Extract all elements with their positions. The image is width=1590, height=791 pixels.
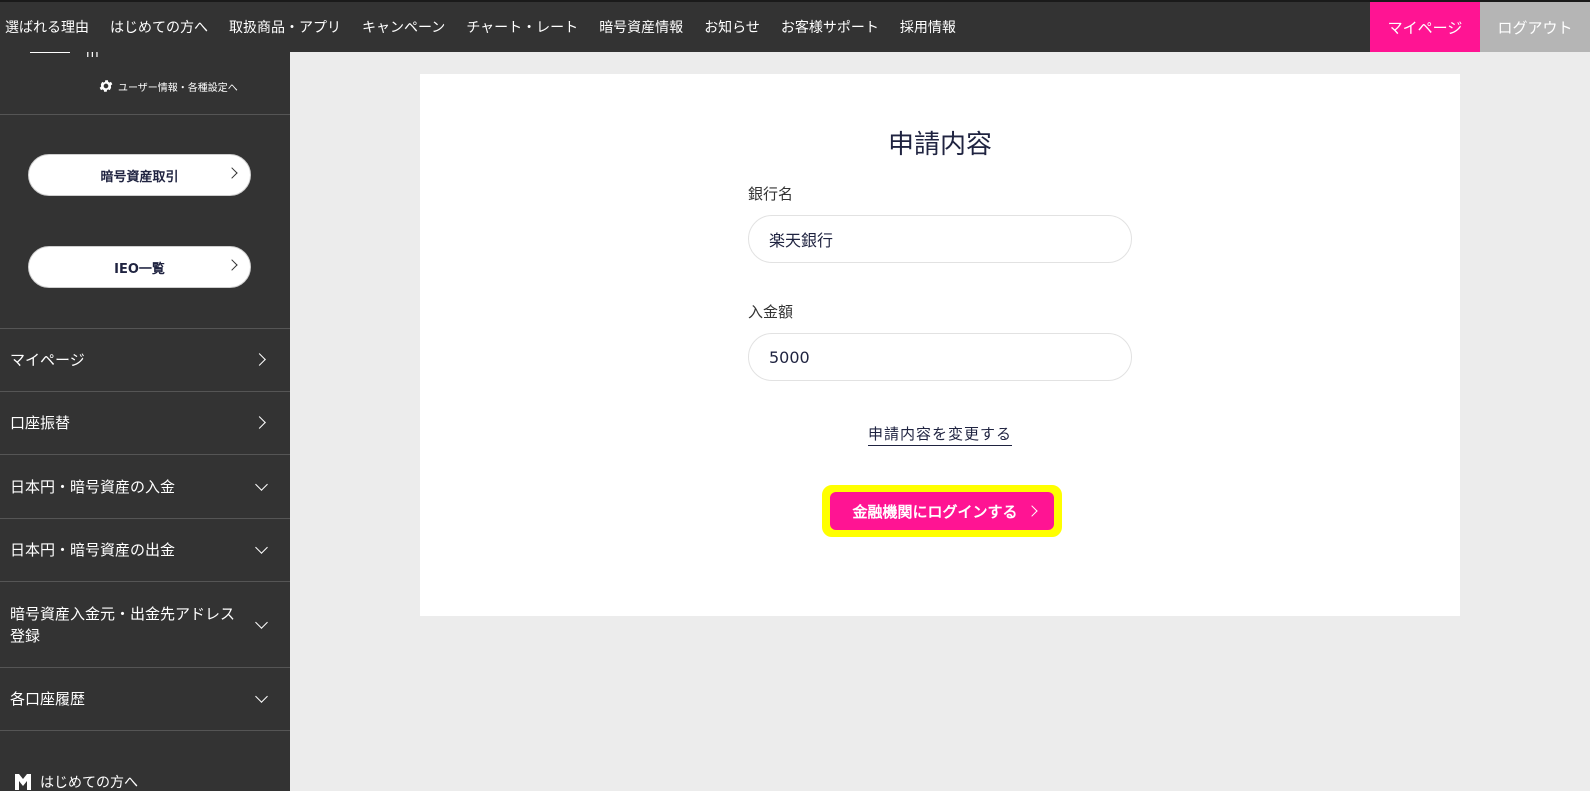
chevron-right-icon <box>1026 505 1038 517</box>
user-settings-label: ユーザー情報・各種設定へ <box>118 82 238 94</box>
change-application-link-row: 申請内容を変更する <box>420 423 1460 446</box>
chevron-down-icon <box>255 615 268 629</box>
nav-link-products[interactable]: 取扱商品・アプリ <box>229 17 341 37</box>
user-settings-link[interactable]: ユーザー情報・各種設定へ <box>98 78 238 94</box>
sidebar-beginners-label: はじめての方へ <box>40 775 138 791</box>
bank-name-label: 銀行名 <box>748 185 794 203</box>
ieo-list-label: IEO一覧 <box>114 261 165 277</box>
sidebar-beginners-link[interactable]: はじめての方へ <box>14 772 138 791</box>
bank-name-field: 楽天銀行 <box>748 215 1132 263</box>
sidebar-item-history[interactable]: 各口座履歴 <box>0 668 290 731</box>
sidebar-item-label: 暗号資産入金元・出金先アドレス登録 <box>10 604 236 645</box>
chevron-right-icon <box>253 416 266 429</box>
chevron-down-icon <box>255 690 268 703</box>
sidebar-item-mypage[interactable]: マイページ <box>0 329 290 392</box>
crypto-trade-label: 暗号資産取引 <box>100 169 179 185</box>
gear-icon <box>99 80 113 92</box>
change-application-link[interactable]: 申請内容を変更する <box>867 425 1012 446</box>
amount-label: 入金額 <box>748 303 794 321</box>
nav-link-news[interactable]: お知らせ <box>704 17 760 37</box>
nav-link-support[interactable]: お客様サポート <box>781 17 879 37</box>
nav-link-careers[interactable]: 採用情報 <box>900 17 956 37</box>
sidebar-item-label: 各口座履歴 <box>10 690 86 708</box>
crypto-trade-button[interactable]: 暗号資産取引 <box>28 154 251 196</box>
book-icon <box>15 774 31 790</box>
mypage-button[interactable]: マイページ <box>1370 2 1480 52</box>
chevron-right-icon <box>226 167 238 179</box>
sidebar-item-account-transfer[interactable]: 口座振替 <box>0 392 290 455</box>
username-underline <box>30 52 70 53</box>
top-navigation-bar: 選ばれる理由 はじめての方へ 取扱商品・アプリ キャンペーン チャート・レート … <box>0 0 1590 52</box>
sidebar-item-label: 日本円・暗号資産の出金 <box>10 541 176 559</box>
chevron-down-icon <box>255 477 268 491</box>
nav-link-crypto-info[interactable]: 暗号資産情報 <box>599 17 683 37</box>
page-title: 申請内容 <box>887 130 992 160</box>
ieo-list-button[interactable]: IEO一覧 <box>28 246 251 288</box>
bank-login-button[interactable]: 金融機関にログインする <box>830 492 1054 530</box>
bank-login-label: 金融機関にログインする <box>852 502 1018 521</box>
nav-link-chart-rate[interactable]: チャート・レート <box>466 17 578 37</box>
top-nav-links: 選ばれる理由 はじめての方へ 取扱商品・アプリ キャンペーン チャート・レート … <box>0 2 972 52</box>
nav-link-beginners[interactable]: はじめての方へ <box>110 17 208 37</box>
sidebar-item-label: 口座振替 <box>10 414 71 432</box>
username-suffix: m <box>86 52 99 61</box>
sidebar-divider <box>0 114 290 115</box>
nav-link-why-choose[interactable]: 選ばれる理由 <box>5 17 89 37</box>
application-summary-card: 申請内容 銀行名 楽天銀行 入金額 5000 申請内容を変更する 金融機関にログ… <box>420 74 1460 616</box>
amount-field: 5000 <box>748 333 1132 381</box>
sidebar-item-withdrawal[interactable]: 日本円・暗号資産の出金 <box>0 519 290 582</box>
chevron-right-icon <box>253 353 266 366</box>
sidebar-item-address-registration[interactable]: 暗号資産入金元・出金先アドレス登録 <box>0 582 290 668</box>
chevron-down-icon <box>255 541 268 554</box>
logout-button[interactable]: ログアウト <box>1480 2 1590 52</box>
sidebar-item-deposit[interactable]: 日本円・暗号資産の入金 <box>0 455 290 519</box>
sidebar-item-label: 日本円・暗号資産の入金 <box>10 477 176 496</box>
chevron-right-icon <box>226 259 238 271</box>
login-button-highlight: 金融機関にログインする <box>822 485 1062 537</box>
sidebar-item-label: マイページ <box>10 351 85 369</box>
sidebar: m ユーザー情報・各種設定へ 暗号資産取引 IEO一覧 マイページ 口座振替 日… <box>0 52 290 791</box>
nav-link-campaign[interactable]: キャンペーン <box>362 17 445 37</box>
